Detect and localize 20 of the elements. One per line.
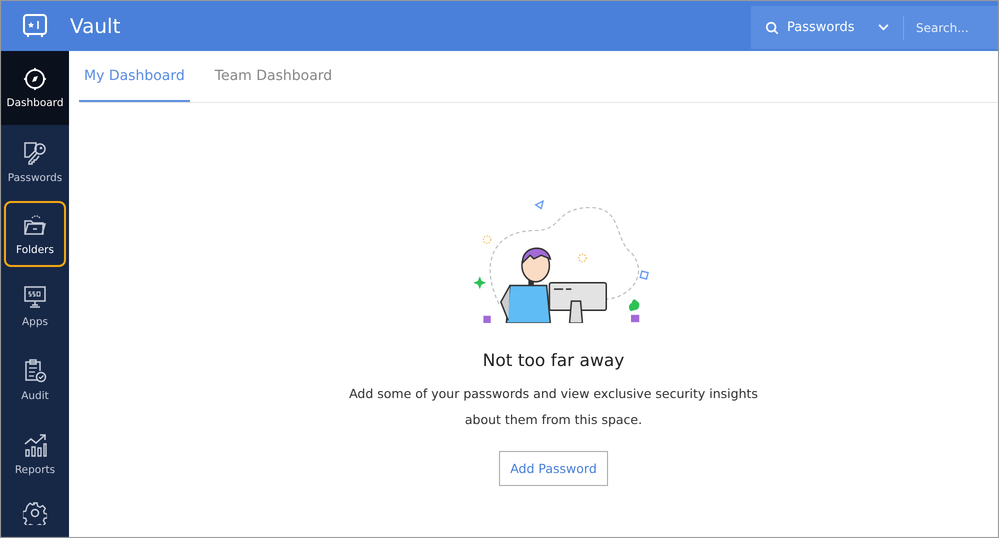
sso-monitor-icon	[22, 284, 48, 310]
compass-icon	[23, 67, 47, 91]
sidebar-item[interactable]: Reports	[1, 417, 69, 491]
add-password-button[interactable]: Add Password	[499, 451, 608, 486]
empty-state-message: Add some of your passwords and view exclusive security insights about them from this space.	[348, 385, 759, 429]
key-icon	[22, 140, 48, 166]
search-field[interactable]: Search...	[914, 20, 998, 36]
chevron-down-icon	[878, 24, 889, 31]
search-icon	[765, 20, 779, 34]
sidebar-item[interactable]: Dashboard	[1, 51, 69, 125]
sidebar-item[interactable]: Folders	[4, 201, 66, 267]
dashboard-tab[interactable]: Team Dashboard	[210, 51, 338, 102]
app-title: Vault	[70, 14, 120, 38]
empty-state-title: Not too far away	[482, 351, 624, 371]
vault-logo-icon	[22, 13, 48, 39]
sidebar-item[interactable]: Audit	[1, 343, 69, 417]
settings-icon[interactable]	[23, 501, 47, 525]
sidebar-item[interactable]: Passwords	[1, 125, 69, 199]
sidebar-item[interactable]: Apps	[1, 269, 69, 343]
bar-chart-icon	[22, 432, 48, 458]
